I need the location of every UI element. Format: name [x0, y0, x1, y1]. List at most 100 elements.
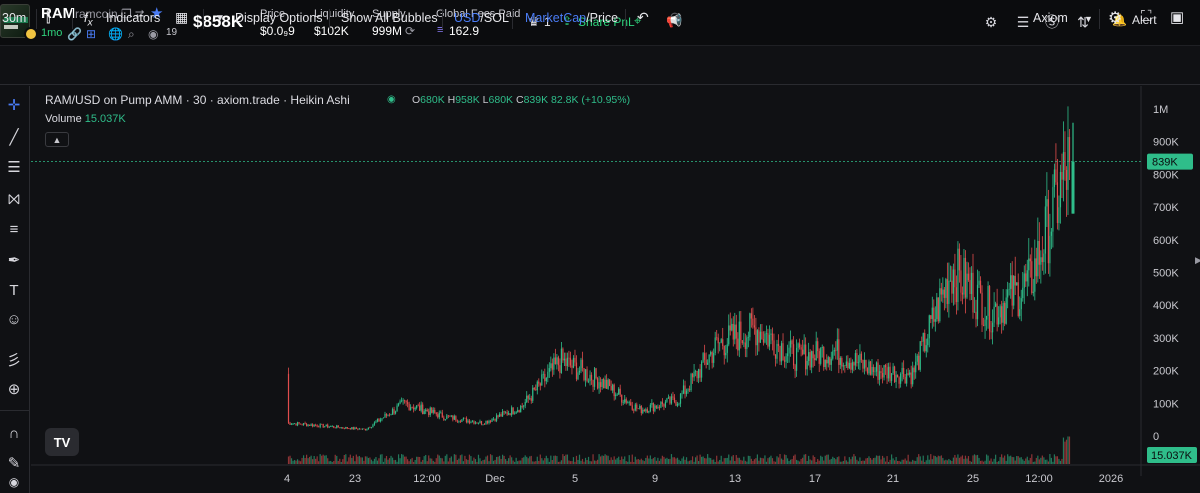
expand-panel-icon[interactable]: ▶ — [1195, 255, 1200, 266]
divider — [203, 9, 204, 29]
settings-icon[interactable]: ⚙ — [981, 12, 1001, 32]
indicators-button[interactable]: Indicators — [106, 11, 160, 25]
candle-body — [701, 361, 703, 378]
volume-bar — [1040, 457, 1042, 464]
candle-body — [533, 387, 535, 390]
candle-body — [991, 322, 994, 333]
price-option[interactable]: /Price — [586, 11, 618, 25]
candle-body — [969, 280, 971, 294]
link-icon[interactable]: 🔗 — [67, 27, 82, 41]
volume-bar — [1026, 456, 1028, 464]
chevron-down-icon[interactable]: ▼ — [215, 13, 225, 24]
ruler-icon[interactable]: ⼺ — [3, 348, 25, 370]
list-icon[interactable]: ☰ — [1013, 12, 1033, 32]
volume-bar — [422, 459, 424, 464]
candle-body — [643, 409, 645, 412]
candle-body — [898, 377, 900, 384]
chart-settings-icon[interactable]: ⚙ — [1108, 8, 1122, 28]
volume-bar — [1067, 436, 1069, 464]
collapse-legend-button[interactable]: ▲ — [45, 132, 69, 147]
volume-bar — [907, 454, 909, 464]
layout-grid-icon[interactable]: ▦ — [175, 9, 188, 26]
volume-bar — [979, 460, 982, 464]
candle-body — [321, 424, 323, 425]
fib-icon[interactable]: ≡ — [3, 218, 25, 240]
volume-bar — [533, 461, 535, 464]
candle-body — [358, 428, 360, 430]
volume-bar — [1061, 458, 1063, 464]
volume-bar — [441, 458, 443, 464]
volume-bar — [823, 460, 825, 464]
candle-body — [1025, 273, 1027, 282]
tradingview-logo[interactable]: TV — [45, 428, 79, 456]
trendline-icon[interactable]: ╱ — [3, 126, 25, 148]
candle-body — [491, 419, 493, 422]
emoji-icon[interactable]: ☺ — [3, 308, 25, 330]
horizontal-lines-icon[interactable]: ☰ — [3, 156, 25, 178]
volume-bar — [584, 457, 587, 464]
fullscreen-icon[interactable]: ⛶ — [1141, 8, 1152, 25]
volume-bar — [437, 454, 439, 464]
candle-body — [331, 426, 333, 427]
candle-body — [937, 297, 939, 322]
marketcap-option[interactable]: MarketCap — [525, 11, 586, 25]
display-options-button[interactable]: Display Options — [235, 11, 323, 25]
candle-body — [500, 414, 502, 417]
candle-body — [477, 423, 480, 424]
volume-bar — [425, 454, 427, 464]
candle-body — [795, 347, 798, 371]
crosshair-icon[interactable]: ✛ — [3, 94, 25, 116]
zoom-in-icon[interactable]: ⊕ — [3, 378, 25, 400]
candle-type-icon[interactable]: ⫿ — [46, 9, 50, 26]
volume-bar — [838, 456, 840, 464]
volume-bar — [321, 455, 323, 464]
volume-bar — [400, 454, 403, 464]
candle-body — [856, 353, 858, 364]
volume-bar — [799, 461, 801, 464]
price-chart[interactable]: 1M 900K 800K 700K 600K 500K 400K 300K 200K 100K 0 8… — [31, 86, 1200, 493]
screenshot-icon[interactable]: ▣ — [1170, 8, 1184, 26]
volume-bar — [1022, 459, 1024, 464]
volume-bar — [470, 456, 472, 464]
globe-icon[interactable]: 🌐 — [108, 27, 123, 41]
magnet-icon[interactable]: ∩ — [3, 422, 25, 444]
pattern-icon[interactable]: ⨝ — [3, 188, 25, 210]
candle-body — [459, 421, 461, 423]
volume-bar — [803, 454, 805, 464]
candle-body — [630, 402, 632, 406]
sol-option[interactable]: /SOL — [480, 11, 509, 25]
redo-icon[interactable]: ↷ — [670, 9, 682, 26]
candle-body — [805, 344, 807, 370]
metric-toggle[interactable]: MarketCap/Price — [525, 11, 618, 25]
volume-bar — [372, 461, 374, 464]
volume-bar — [1041, 455, 1043, 464]
eye-toggle-icon[interactable]: ◉ — [3, 474, 25, 490]
refresh-icon[interactable]: ⟳ — [405, 24, 415, 38]
volume-bar — [973, 454, 976, 464]
volume-bar — [628, 455, 630, 464]
candle-body — [808, 352, 810, 361]
brush-icon[interactable]: ✒ — [3, 249, 25, 271]
text-icon[interactable]: T — [3, 279, 25, 301]
currency-toggle[interactable]: USD/SOL — [454, 11, 509, 25]
candle-body — [428, 411, 430, 415]
community-icon[interactable]: ⊞ — [86, 27, 96, 41]
show-all-bubbles-button[interactable]: Show All Bubbles — [341, 11, 438, 25]
volume-bar — [637, 459, 639, 464]
volume-bar — [841, 461, 843, 464]
provider-select[interactable]: Axiom — [1033, 11, 1068, 25]
volume-value: 15.037K — [84, 113, 126, 125]
volume-bar — [290, 458, 293, 464]
search-icon[interactable]: ⌕ — [128, 27, 135, 41]
candle-body — [906, 373, 908, 384]
interval-select[interactable]: 30m — [2, 11, 26, 25]
lock-drawings-icon[interactable]: ✎ — [3, 452, 25, 474]
volume-bar — [529, 456, 531, 464]
candle-body — [869, 361, 872, 375]
undo-icon[interactable]: ↶ — [637, 9, 649, 26]
volume-bar — [808, 455, 810, 464]
usd-option[interactable]: USD — [454, 11, 480, 25]
candle-body — [741, 340, 743, 344]
chevron-down-icon[interactable]: ▼ — [1084, 14, 1093, 24]
candle-body — [699, 369, 701, 378]
